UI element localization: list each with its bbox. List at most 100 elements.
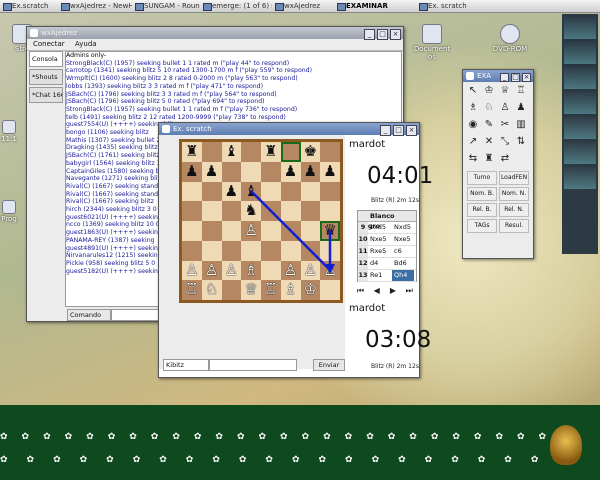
white-pawn-icon[interactable]: ♙: [498, 101, 512, 114]
board-square[interactable]: ♘: [201, 280, 222, 300]
command-select[interactable]: Comando: [67, 309, 111, 321]
task-emerge[interactable]: emerge: (1 of 6) sys-devel: [202, 1, 272, 11]
board-square[interactable]: [300, 221, 321, 241]
board-square[interactable]: [320, 240, 340, 261]
task-examinar[interactable]: EXAMINAR: [336, 1, 416, 11]
board-square[interactable]: ♟: [280, 161, 301, 182]
task-sungam[interactable]: SUNGAM - Round Game: [134, 1, 200, 11]
black-knight-icon[interactable]: ♞: [244, 201, 257, 219]
desktop-icon-prog[interactable]: Prog: [0, 200, 18, 223]
board-square[interactable]: ♟: [182, 161, 202, 182]
rel-b-button[interactable]: Rel. B.: [467, 203, 497, 217]
board-square[interactable]: [241, 240, 261, 261]
tags-button[interactable]: TAGs: [467, 219, 497, 233]
board-square[interactable]: [241, 142, 261, 162]
board-square[interactable]: [182, 221, 202, 241]
last-move-icon[interactable]: ⏭: [404, 286, 415, 296]
menu-ayuda[interactable]: Ayuda: [75, 40, 97, 48]
white-pawn-icon[interactable]: ♙: [205, 261, 218, 279]
board-square[interactable]: ♗: [241, 260, 261, 281]
board-square[interactable]: [261, 240, 281, 261]
board-square[interactable]: ♟: [300, 161, 321, 182]
white-pawn-icon[interactable]: ♙: [244, 221, 257, 239]
board-square[interactable]: [241, 161, 261, 182]
setup-icon[interactable]: ♜: [482, 152, 496, 165]
close-icon[interactable]: ×: [390, 29, 401, 40]
board-square[interactable]: [182, 201, 202, 221]
board-square[interactable]: [201, 240, 222, 261]
scratch-titlebar[interactable]: Ex. scratch _ □ ×: [159, 123, 419, 136]
board-square[interactable]: ♟: [221, 181, 242, 202]
board-square[interactable]: [201, 221, 222, 241]
nom-b-button[interactable]: Nom. B.: [467, 187, 497, 201]
rel-n-button[interactable]: Rel. N.: [499, 203, 529, 217]
cross-icon[interactable]: ✕: [482, 135, 496, 148]
white-queen-icon[interactable]: ♕: [244, 280, 257, 298]
circle-icon[interactable]: ◉: [466, 118, 480, 131]
board-square[interactable]: [221, 161, 242, 182]
black-queen-icon[interactable]: ♛: [323, 221, 336, 239]
move-row[interactable]: 12 d4 Bd6: [358, 258, 416, 270]
board-square[interactable]: [182, 181, 202, 202]
white-king-icon[interactable]: ♔: [304, 280, 317, 298]
board-square[interactable]: ♟: [320, 161, 340, 182]
cursor-icon[interactable]: ↖: [466, 84, 480, 97]
moves-table[interactable]: BlancoNegro 9 exd5 Nxd5 10 Nxe5 Nxe5 11 Rxe5 c6 1…: [357, 210, 417, 282]
board-square[interactable]: [201, 181, 222, 202]
board-square[interactable]: ♙: [221, 260, 242, 281]
white-pawn-icon[interactable]: ♙: [304, 261, 317, 279]
tab-chat[interactable]: *Chat 166: [29, 87, 63, 103]
desktop-icon-documentos[interactable]: Document os: [412, 24, 452, 61]
black-pawn-icon[interactable]: ♟: [284, 162, 297, 180]
board-square[interactable]: [221, 240, 242, 261]
white-bishop-icon[interactable]: ♗: [466, 101, 480, 114]
board-square[interactable]: ♙: [182, 260, 202, 281]
black-bishop-icon[interactable]: ♝: [225, 142, 238, 160]
board-square[interactable]: [221, 201, 242, 221]
white-rook-icon[interactable]: ♖: [514, 84, 528, 97]
turno-button[interactable]: Turno: [467, 171, 497, 185]
swap-icon[interactable]: ⇄: [498, 152, 512, 165]
board-square[interactable]: ♜: [182, 142, 202, 162]
board-square[interactable]: ♙: [280, 260, 301, 281]
maximize-icon[interactable]: □: [377, 29, 388, 40]
white-pawn-icon[interactable]: ♙: [284, 261, 297, 279]
minimize-icon[interactable]: _: [500, 73, 509, 82]
board-square[interactable]: [221, 221, 242, 241]
board-square[interactable]: [221, 280, 242, 300]
exa-titlebar[interactable]: EXA _ □ ×: [463, 70, 533, 82]
tab-consola[interactable]: Consola: [29, 51, 63, 67]
menu-conectar[interactable]: Conectar: [33, 40, 65, 48]
flip-board-icon[interactable]: ⇆: [466, 152, 480, 165]
board-square[interactable]: [280, 181, 301, 202]
board-square[interactable]: ♖: [182, 280, 202, 300]
first-move-icon[interactable]: ⏮: [355, 286, 366, 296]
white-pawn-icon[interactable]: ♙: [225, 261, 238, 279]
owl-icon[interactable]: [550, 425, 582, 465]
board-square[interactable]: [280, 221, 301, 241]
move-row[interactable]: 9 exd5 Nxd5: [358, 222, 416, 234]
black-pawn-icon[interactable]: ♟: [323, 162, 336, 180]
black-pawn-icon[interactable]: ♟: [304, 162, 317, 180]
minimize-icon[interactable]: _: [364, 29, 375, 40]
board-square[interactable]: ♛: [320, 221, 340, 241]
board-square[interactable]: [280, 142, 301, 162]
arrow-icon[interactable]: ↗: [466, 135, 480, 148]
white-rook-icon[interactable]: ♖: [264, 280, 277, 298]
black-king-icon[interactable]: ♚: [304, 142, 317, 160]
board-square[interactable]: ♚: [300, 142, 321, 162]
board-square[interactable]: [261, 201, 281, 221]
board-square[interactable]: [261, 221, 281, 241]
board-square[interactable]: [300, 201, 321, 221]
desktop-icon-clock[interactable]: 11:1: [0, 120, 18, 143]
black-rook-icon[interactable]: ♜: [185, 142, 198, 160]
board-square[interactable]: ♟: [201, 161, 222, 182]
white-pawn-icon[interactable]: ♙: [185, 261, 198, 279]
white-rook-icon[interactable]: ♖: [185, 280, 198, 298]
task-ex-scratch-2[interactable]: Ex. scratch: [418, 1, 488, 11]
board-square[interactable]: [280, 201, 301, 221]
black-bishop-icon[interactable]: ♝: [244, 182, 257, 200]
board-square[interactable]: [182, 240, 202, 261]
task-wxajedrez-home[interactable]: wxAjedrez - NewHomePage: [60, 1, 132, 11]
board-square[interactable]: ♜: [261, 142, 281, 162]
